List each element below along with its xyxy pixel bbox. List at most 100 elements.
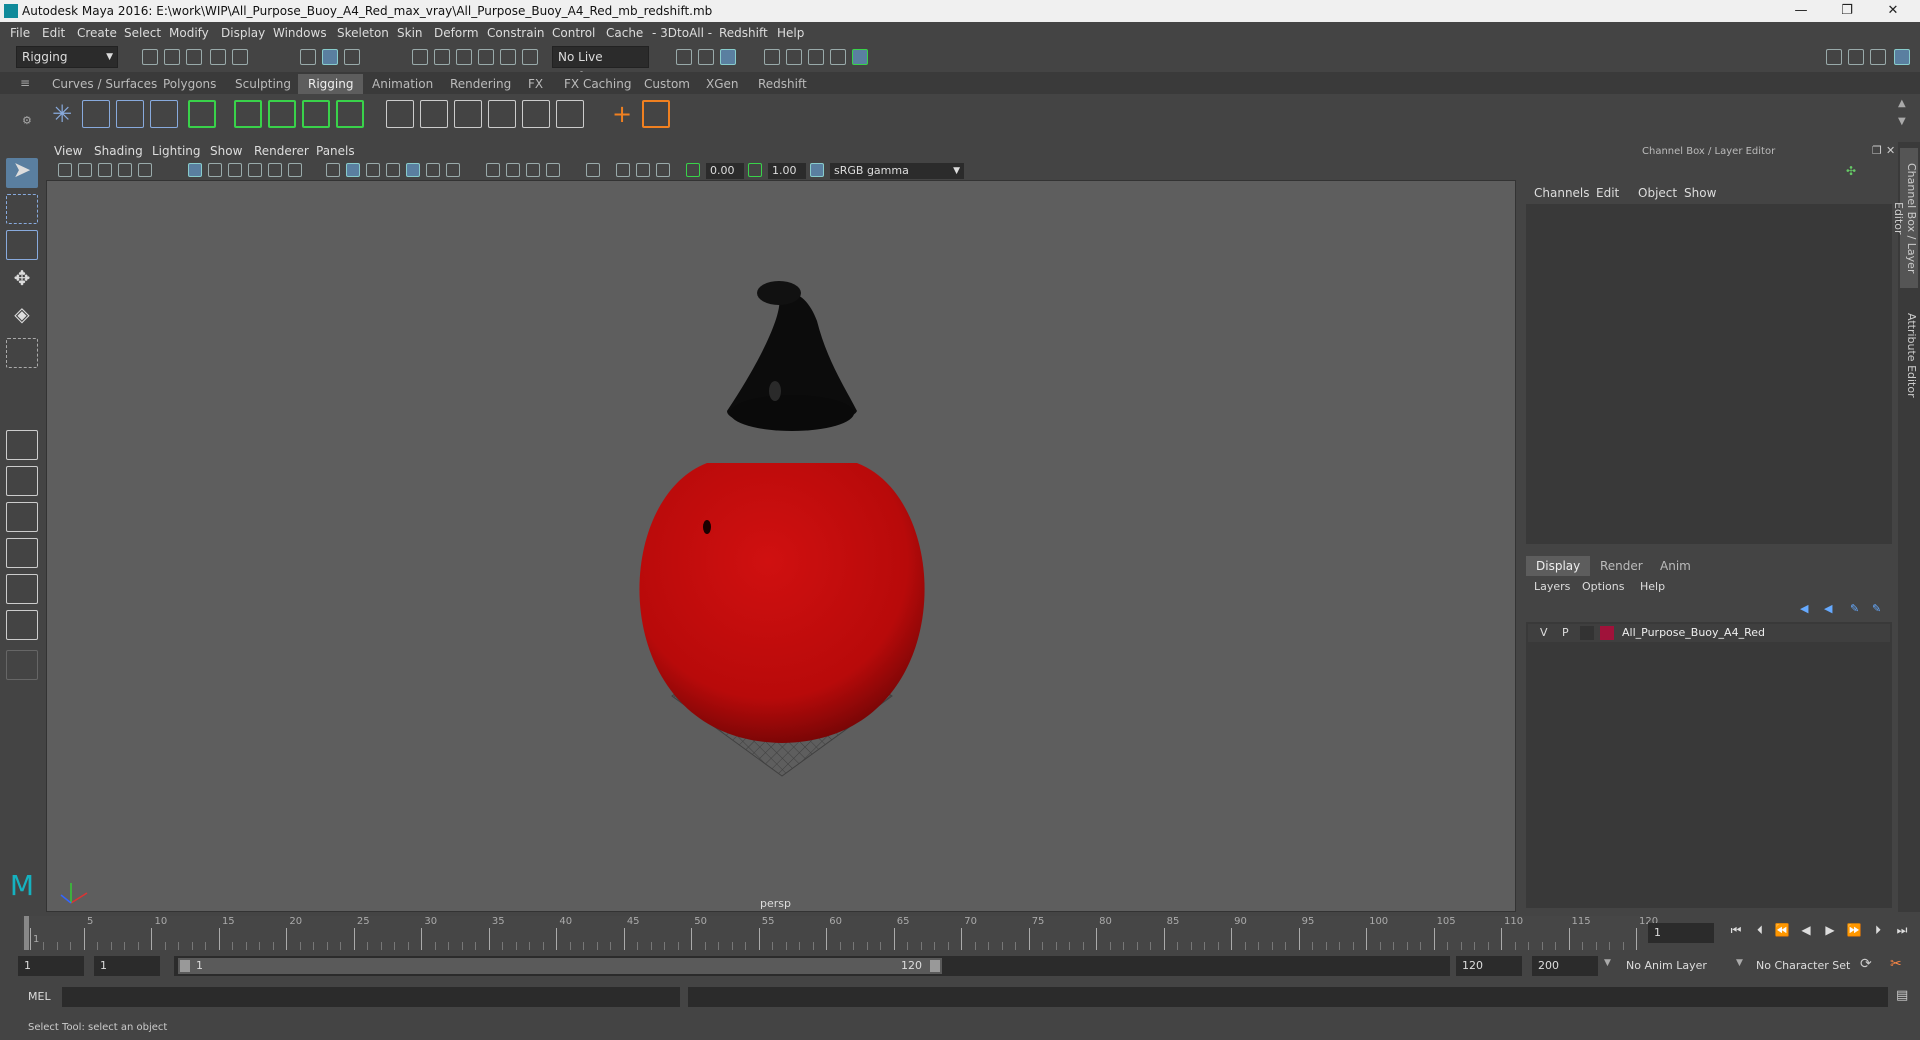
ik-spline-icon[interactable]	[150, 100, 178, 128]
aim-constraint-icon[interactable]	[556, 100, 584, 128]
colorspace-dropdown[interactable]: sRGB gamma ▼	[830, 163, 964, 179]
time-slider[interactable]: 1 5 10 15 20 25 30 35 40 45 50 55 60 65 70 75 80 85 90 95 10…	[0, 916, 1920, 950]
side-tab-attribute-editor[interactable]: Attribute Editor	[1900, 310, 1918, 400]
cb-menu-show[interactable]: Show	[1684, 186, 1716, 200]
redo-icon[interactable]	[232, 49, 248, 65]
range-start-handle[interactable]	[180, 960, 190, 972]
exposure-field[interactable]: 0.00	[706, 163, 744, 179]
menu-file[interactable]: File	[10, 26, 30, 40]
layer-row[interactable]: V P All_Purpose_Buoy_A4_Red	[1528, 624, 1890, 642]
safe-action-icon[interactable]	[288, 163, 302, 177]
isolate-select-icon[interactable]	[586, 163, 600, 177]
snap-view-icon[interactable]	[478, 49, 494, 65]
float-panel-icon[interactable]: ❐	[1872, 144, 1882, 157]
add-influence-icon[interactable]: +	[608, 100, 636, 128]
end-time-field[interactable]: 200	[1532, 956, 1598, 976]
playback-start-field[interactable]: 1	[94, 956, 160, 976]
history-icon[interactable]	[676, 49, 692, 65]
move-layer-up-icon[interactable]: ◀	[1800, 602, 1808, 615]
default-lighting-icon[interactable]	[386, 163, 400, 177]
menu-select[interactable]: Select	[124, 26, 161, 40]
start-time-field[interactable]: 1	[18, 956, 84, 976]
preferences-icon[interactable]: ✂	[1890, 956, 1902, 972]
layers-menu-options[interactable]: Options	[1582, 580, 1624, 593]
hud-icon[interactable]	[656, 163, 670, 177]
cb-menu-object[interactable]: Object	[1638, 186, 1677, 200]
cluster-icon[interactable]	[336, 100, 364, 128]
scale-tool-icon[interactable]	[6, 338, 38, 368]
resolution-gate-icon[interactable]	[228, 163, 242, 177]
paint-select-tool-icon[interactable]	[6, 230, 38, 260]
grid-icon[interactable]	[188, 163, 202, 177]
layer-tab-anim[interactable]: Anim	[1650, 556, 1701, 576]
undo-icon[interactable]	[210, 49, 226, 65]
move-layer-down-icon[interactable]: ◀	[1824, 602, 1832, 615]
orient-constraint-icon[interactable]	[488, 100, 516, 128]
cb-menu-edit[interactable]: Edit	[1596, 186, 1619, 200]
command-input[interactable]	[62, 987, 680, 1007]
go-to-end-icon[interactable]: ⏭	[1894, 922, 1910, 938]
menu-constrain[interactable]: Constrain	[487, 26, 545, 40]
tab-rendering[interactable]: Rendering	[440, 74, 521, 94]
layers-menu-layers[interactable]: Layers	[1534, 580, 1570, 593]
frame-selected-icon[interactable]	[636, 163, 650, 177]
layout-icon[interactable]	[1826, 49, 1842, 65]
ipr-render-icon[interactable]	[808, 49, 824, 65]
cb-menu-channels[interactable]: Channels	[1534, 186, 1590, 200]
tab-custom[interactable]: Custom	[634, 74, 700, 94]
lattice-icon[interactable]	[302, 100, 330, 128]
play-backwards-icon[interactable]: ◀	[1798, 922, 1814, 938]
single-view-layout-icon[interactable]	[6, 430, 38, 460]
channel-box-toggle-icon[interactable]	[1894, 49, 1910, 65]
motion-blur-icon[interactable]	[526, 163, 540, 177]
restore-button[interactable]: ❐	[1824, 0, 1870, 22]
layer-tab-display[interactable]: Display	[1526, 556, 1591, 576]
menu-control[interactable]: Control	[552, 26, 595, 40]
smooth-shade-icon[interactable]	[346, 163, 360, 177]
new-scene-icon[interactable]	[142, 49, 158, 65]
snap-surface-icon[interactable]	[500, 49, 516, 65]
input-ops-icon[interactable]	[698, 49, 714, 65]
open-scene-icon[interactable]	[164, 49, 180, 65]
menu-cache[interactable]: Cache	[606, 26, 643, 40]
wireframe-on-shaded-icon[interactable]	[366, 163, 380, 177]
tab-redshift[interactable]: Redshift	[748, 74, 817, 94]
chevron-down-icon[interactable]: ▼	[1736, 958, 1743, 968]
select-tool-icon[interactable]: ➤	[6, 158, 38, 188]
gamma-field[interactable]: 1.00	[768, 163, 806, 179]
insert-joint-icon[interactable]	[82, 100, 110, 128]
step-forward-key-icon[interactable]: ⏩	[1846, 922, 1862, 938]
construction-history-icon[interactable]	[720, 49, 736, 65]
move-tool-icon[interactable]: ✥	[6, 266, 38, 296]
exposure-icon[interactable]	[686, 163, 700, 177]
layer-display-type[interactable]	[1580, 626, 1594, 640]
outliner-icon[interactable]	[1848, 49, 1864, 65]
menu-help[interactable]: Help	[777, 26, 804, 40]
channel-list[interactable]	[1526, 204, 1892, 544]
point-constraint-icon[interactable]	[454, 100, 482, 128]
playback-end-field[interactable]: 120	[1456, 956, 1522, 976]
snap-curve-icon[interactable]	[434, 49, 450, 65]
shelf-scroll-up-icon[interactable]: ▲	[1898, 98, 1906, 109]
bind-skin-icon[interactable]	[234, 100, 262, 128]
menu-windows[interactable]: Windows	[273, 26, 327, 40]
menu-display[interactable]: Display	[221, 26, 265, 40]
menu-skeleton[interactable]: Skeleton	[337, 26, 389, 40]
custom-layout-icon[interactable]	[6, 650, 38, 680]
tab-fx-caching[interactable]: FX Caching	[554, 74, 641, 94]
camera-select-icon[interactable]	[58, 163, 72, 177]
ambient-occlusion-icon[interactable]	[506, 163, 520, 177]
snap-point-icon[interactable]	[456, 49, 472, 65]
render-frame-icon[interactable]	[786, 49, 802, 65]
2d-pan-zoom-icon[interactable]	[138, 163, 152, 177]
four-view-layout-icon[interactable]	[6, 466, 38, 496]
tab-fx[interactable]: FX	[518, 74, 553, 94]
new-layer-from-selection-icon[interactable]: ✎	[1872, 602, 1881, 615]
tab-animation[interactable]: Animation	[362, 74, 443, 94]
manipulator-icon[interactable]: ✣	[1846, 164, 1856, 178]
scale-constraint-icon[interactable]	[522, 100, 550, 128]
menu-3dtoall[interactable]: - 3DtoAll -	[652, 26, 712, 40]
range-track[interactable]: 1 120	[174, 956, 946, 976]
layer-visibility-toggle[interactable]: V	[1540, 626, 1548, 639]
ik-handle-icon[interactable]	[116, 100, 144, 128]
